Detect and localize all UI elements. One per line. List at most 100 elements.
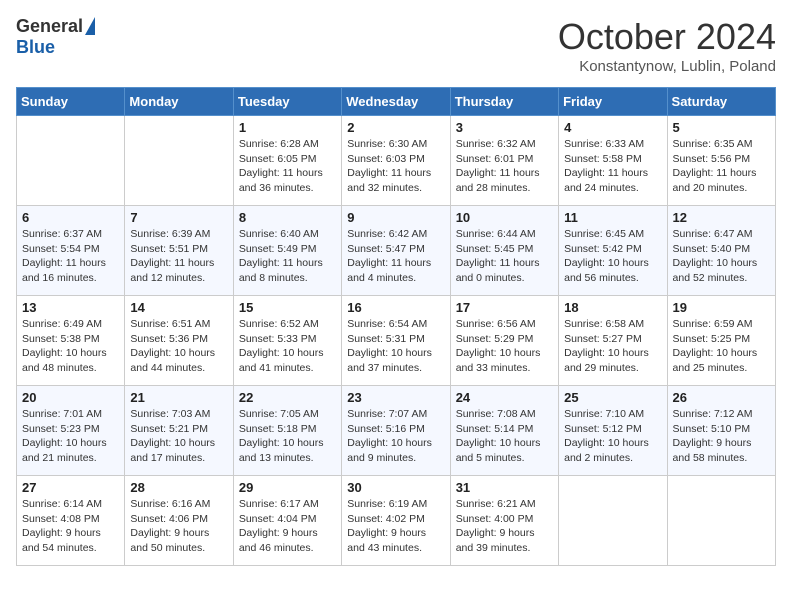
day-number: 6 — [22, 210, 119, 225]
day-number: 25 — [564, 390, 661, 405]
weekday-header-sunday: Sunday — [17, 88, 125, 116]
day-number: 21 — [130, 390, 227, 405]
day-number: 14 — [130, 300, 227, 315]
day-info: Sunrise: 6:17 AM Sunset: 4:04 PM Dayligh… — [239, 497, 336, 556]
day-info: Sunrise: 6:40 AM Sunset: 5:49 PM Dayligh… — [239, 227, 336, 286]
calendar-cell: 19 Sunrise: 6:59 AM Sunset: 5:25 PM Dayli… — [667, 296, 775, 386]
day-info: Sunrise: 6:33 AM Sunset: 5:58 PM Dayligh… — [564, 137, 661, 196]
day-number: 30 — [347, 480, 444, 495]
calendar-cell: 24 Sunrise: 7:08 AM Sunset: 5:14 PM Dayli… — [450, 386, 558, 476]
calendar-cell: 26 Sunrise: 7:12 AM Sunset: 5:10 PM Dayli… — [667, 386, 775, 476]
day-info: Sunrise: 6:14 AM Sunset: 4:08 PM Dayligh… — [22, 497, 119, 556]
day-number: 3 — [456, 120, 553, 135]
calendar-week-row: 27Sunrise: 6:14 AM Sunset: 4:08 PM Dayli… — [17, 476, 776, 566]
logo-triangle-icon — [85, 17, 95, 35]
day-info: Sunrise: 6:19 AM Sunset: 4:02 PM Dayligh… — [347, 497, 444, 556]
day-info: Sunrise: 7:10 AM Sunset: 5:12 PM Dayligh… — [564, 407, 661, 466]
day-info: Sunrise: 6:59 AM Sunset: 5:25 PM Dayligh… — [673, 317, 770, 376]
day-info: Sunrise: 6:16 AM Sunset: 4:06 PM Dayligh… — [130, 497, 227, 556]
day-number: 19 — [673, 300, 770, 315]
day-info: Sunrise: 6:54 AM Sunset: 5:31 PM Dayligh… — [347, 317, 444, 376]
calendar-cell: 12Sunrise: 6:47 AM Sunset: 5:40 PM Dayli… — [667, 206, 775, 296]
day-number: 28 — [130, 480, 227, 495]
day-info: Sunrise: 7:12 AM Sunset: 5:10 PM Dayligh… — [673, 407, 770, 466]
calendar-cell: 16 Sunrise: 6:54 AM Sunset: 5:31 PM Dayli… — [342, 296, 450, 386]
calendar-cell: 1 Sunrise: 6:28 AM Sunset: 6:05 PM Daylig… — [233, 116, 341, 206]
day-info: Sunrise: 6:42 AM Sunset: 5:47 PM Dayligh… — [347, 227, 444, 286]
weekday-header-monday: Monday — [125, 88, 233, 116]
day-info: Sunrise: 6:39 AM Sunset: 5:51 PM Dayligh… — [130, 227, 227, 286]
calendar-cell: 27Sunrise: 6:14 AM Sunset: 4:08 PM Dayli… — [17, 476, 125, 566]
calendar-cell: 17 Sunrise: 6:56 AM Sunset: 5:29 PM Dayli… — [450, 296, 558, 386]
page-header: General Blue October 2024 Konstantynow, … — [16, 16, 776, 75]
day-number: 2 — [347, 120, 444, 135]
calendar-table: SundayMondayTuesdayWednesdayThursdayFrid… — [16, 87, 776, 566]
day-number: 13 — [22, 300, 119, 315]
calendar-cell: 11Sunrise: 6:45 AM Sunset: 5:42 PM Dayli… — [559, 206, 667, 296]
day-info: Sunrise: 7:07 AM Sunset: 5:16 PM Dayligh… — [347, 407, 444, 466]
calendar-cell — [125, 116, 233, 206]
day-number: 1 — [239, 120, 336, 135]
day-number: 22 — [239, 390, 336, 405]
day-number: 9 — [347, 210, 444, 225]
day-info: Sunrise: 7:03 AM Sunset: 5:21 PM Dayligh… — [130, 407, 227, 466]
logo: General Blue — [16, 16, 95, 58]
weekday-header-friday: Friday — [559, 88, 667, 116]
calendar-cell: 7Sunrise: 6:39 AM Sunset: 5:51 PM Daylig… — [125, 206, 233, 296]
calendar-cell: 22 Sunrise: 7:05 AM Sunset: 5:18 PM Dayli… — [233, 386, 341, 476]
calendar-cell: 28 Sunrise: 6:16 AM Sunset: 4:06 PM Dayli… — [125, 476, 233, 566]
calendar-body: 1 Sunrise: 6:28 AM Sunset: 6:05 PM Daylig… — [17, 116, 776, 566]
calendar-cell: 25 Sunrise: 7:10 AM Sunset: 5:12 PM Dayli… — [559, 386, 667, 476]
calendar-week-row: 6Sunrise: 6:37 AM Sunset: 5:54 PM Daylig… — [17, 206, 776, 296]
day-info: Sunrise: 6:28 AM Sunset: 6:05 PM Dayligh… — [239, 137, 336, 196]
month-title: October 2024 — [558, 16, 776, 58]
calendar-cell: 2 Sunrise: 6:30 AM Sunset: 6:03 PM Daylig… — [342, 116, 450, 206]
day-number: 8 — [239, 210, 336, 225]
day-number: 18 — [564, 300, 661, 315]
day-info: Sunrise: 6:56 AM Sunset: 5:29 PM Dayligh… — [456, 317, 553, 376]
calendar-cell — [667, 476, 775, 566]
weekday-header-tuesday: Tuesday — [233, 88, 341, 116]
day-info: Sunrise: 6:32 AM Sunset: 6:01 PM Dayligh… — [456, 137, 553, 196]
calendar-cell: 18 Sunrise: 6:58 AM Sunset: 5:27 PM Dayli… — [559, 296, 667, 386]
day-number: 16 — [347, 300, 444, 315]
day-number: 4 — [564, 120, 661, 135]
day-info: Sunrise: 6:51 AM Sunset: 5:36 PM Dayligh… — [130, 317, 227, 376]
day-number: 23 — [347, 390, 444, 405]
day-info: Sunrise: 6:30 AM Sunset: 6:03 PM Dayligh… — [347, 137, 444, 196]
weekday-header-thursday: Thursday — [450, 88, 558, 116]
calendar-cell — [559, 476, 667, 566]
calendar-header: SundayMondayTuesdayWednesdayThursdayFrid… — [17, 88, 776, 116]
calendar-week-row: 20Sunrise: 7:01 AM Sunset: 5:23 PM Dayli… — [17, 386, 776, 476]
calendar-week-row: 13 Sunrise: 6:49 AM Sunset: 5:38 PM Dayli… — [17, 296, 776, 386]
day-number: 29 — [239, 480, 336, 495]
calendar-cell: 3 Sunrise: 6:32 AM Sunset: 6:01 PM Daylig… — [450, 116, 558, 206]
weekday-header-row: SundayMondayTuesdayWednesdayThursdayFrid… — [17, 88, 776, 116]
day-info: Sunrise: 6:52 AM Sunset: 5:33 PM Dayligh… — [239, 317, 336, 376]
title-block: October 2024 Konstantynow, Lublin, Polan… — [558, 16, 776, 75]
day-number: 26 — [673, 390, 770, 405]
calendar-cell: 14 Sunrise: 6:51 AM Sunset: 5:36 PM Dayli… — [125, 296, 233, 386]
calendar-cell — [17, 116, 125, 206]
day-info: Sunrise: 6:47 AM Sunset: 5:40 PM Dayligh… — [673, 227, 770, 286]
day-number: 5 — [673, 120, 770, 135]
day-number: 20 — [22, 390, 119, 405]
calendar-cell: 15Sunrise: 6:52 AM Sunset: 5:33 PM Dayli… — [233, 296, 341, 386]
day-info: Sunrise: 6:58 AM Sunset: 5:27 PM Dayligh… — [564, 317, 661, 376]
calendar-cell: 23 Sunrise: 7:07 AM Sunset: 5:16 PM Dayli… — [342, 386, 450, 476]
calendar-cell: 30 Sunrise: 6:19 AM Sunset: 4:02 PM Dayli… — [342, 476, 450, 566]
day-info: Sunrise: 6:49 AM Sunset: 5:38 PM Dayligh… — [22, 317, 119, 376]
day-number: 17 — [456, 300, 553, 315]
location-subtitle: Konstantynow, Lublin, Poland — [558, 58, 776, 75]
day-number: 31 — [456, 480, 553, 495]
day-info: Sunrise: 7:05 AM Sunset: 5:18 PM Dayligh… — [239, 407, 336, 466]
calendar-cell: 20Sunrise: 7:01 AM Sunset: 5:23 PM Dayli… — [17, 386, 125, 476]
calendar-cell: 9 Sunrise: 6:42 AM Sunset: 5:47 PM Daylig… — [342, 206, 450, 296]
calendar-cell: 29 Sunrise: 6:17 AM Sunset: 4:04 PM Dayli… — [233, 476, 341, 566]
day-info: Sunrise: 6:21 AM Sunset: 4:00 PM Dayligh… — [456, 497, 553, 556]
calendar-cell: 31 Sunrise: 6:21 AM Sunset: 4:00 PM Dayli… — [450, 476, 558, 566]
weekday-header-saturday: Saturday — [667, 88, 775, 116]
day-info: Sunrise: 7:08 AM Sunset: 5:14 PM Dayligh… — [456, 407, 553, 466]
day-number: 24 — [456, 390, 553, 405]
calendar-cell: 8 Sunrise: 6:40 AM Sunset: 5:49 PM Daylig… — [233, 206, 341, 296]
